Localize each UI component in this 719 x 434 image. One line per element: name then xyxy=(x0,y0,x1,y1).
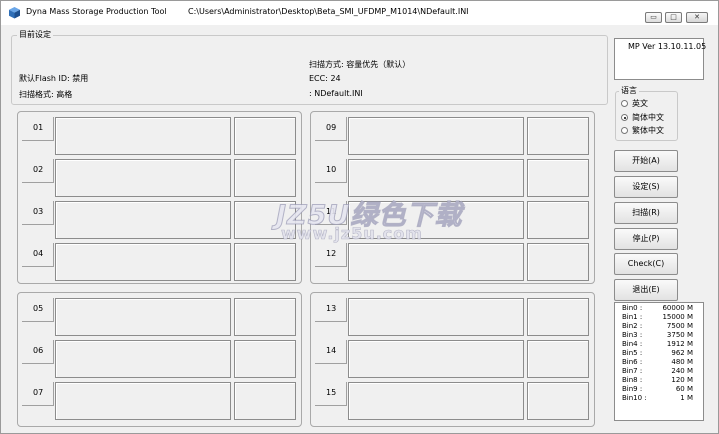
slot-number: 15 xyxy=(315,382,347,406)
lang-option-simplified[interactable]: 简体中文 xyxy=(621,112,664,123)
slot-capacity-box xyxy=(234,340,296,378)
slot-status-box xyxy=(348,382,524,420)
bin-row: Bin3 :3750 M xyxy=(622,331,693,339)
scan-button[interactable]: 扫描(R) xyxy=(614,202,678,224)
flash-id-label: 默认Flash ID: 禁用 xyxy=(19,74,89,83)
slot-number: 05 xyxy=(22,298,54,322)
slot-number: 09 xyxy=(315,117,347,141)
radio-icon xyxy=(621,100,628,107)
exit-button[interactable]: 退出(E) xyxy=(614,279,678,301)
window-title: Dyna Mass Storage Production Tool xyxy=(26,7,167,16)
slot-number: 07 xyxy=(22,382,54,406)
slot-status-box xyxy=(348,243,524,281)
slot-capacity-box xyxy=(527,340,589,378)
slot-status-box xyxy=(55,159,231,197)
bin-row: Bin6 :480 M xyxy=(622,358,693,366)
slot-number: 14 xyxy=(315,340,347,364)
radio-selected-icon xyxy=(621,114,628,121)
slot-capacity-box xyxy=(527,201,589,239)
slot-status-box xyxy=(348,159,524,197)
slot-number: 06 xyxy=(22,340,54,364)
slot-number: 02 xyxy=(22,159,54,183)
slot-capacity-box xyxy=(527,159,589,197)
slot-number: 13 xyxy=(315,298,347,322)
ini-file-label: : NDefault.INI xyxy=(309,89,363,98)
ecc-label: ECC: 24 xyxy=(309,74,341,83)
slot-capacity-box xyxy=(527,117,589,155)
slot-number: 04 xyxy=(22,243,54,267)
slot-capacity-box xyxy=(527,243,589,281)
start-button[interactable]: 开始(A) xyxy=(614,150,678,172)
slot-capacity-box xyxy=(234,243,296,281)
bin-row: Bin1 :15000 M xyxy=(622,313,693,321)
config-path: C:\Users\Administrator\Desktop\Beta_SMI_… xyxy=(188,7,469,16)
close-button[interactable]: ✕ xyxy=(686,12,708,23)
app-cube-icon xyxy=(9,7,20,19)
slot-status-box xyxy=(348,340,524,378)
lang-option-traditional[interactable]: 繁体中文 xyxy=(621,125,664,136)
slot-capacity-box xyxy=(527,382,589,420)
scan-mode-label: 扫描方式: 容量优先（默认） xyxy=(309,60,411,69)
bin-row: Bin8 :120 M xyxy=(622,376,693,384)
slot-status-box xyxy=(55,298,231,336)
bin-row: Bin0 :60000 M xyxy=(622,304,693,312)
slot-capacity-box xyxy=(234,382,296,420)
slot-number: 10 xyxy=(315,159,347,183)
slot-number: 01 xyxy=(22,117,54,141)
radio-icon xyxy=(621,127,628,134)
bin-row: Bin9 :60 M xyxy=(622,385,693,393)
bin-row: Bin2 :7500 M xyxy=(622,322,693,330)
bin-row: Bin5 :962 M xyxy=(622,349,693,357)
scan-format-label: 扫描格式: 高格 xyxy=(19,90,73,99)
check-button[interactable]: Check(C) xyxy=(614,253,678,275)
language-legend: 语言 xyxy=(619,85,639,96)
version-label: MP Ver 13.10.11.05 xyxy=(628,42,707,51)
slot-capacity-box xyxy=(234,159,296,197)
maximize-button[interactable]: □ xyxy=(665,12,682,23)
slot-status-box xyxy=(55,382,231,420)
slot-capacity-box xyxy=(234,298,296,336)
slot-number: 12 xyxy=(315,243,347,267)
slot-number: 03 xyxy=(22,201,54,225)
bin-row: Bin10 :1 M xyxy=(622,394,693,402)
slot-capacity-box xyxy=(234,117,296,155)
minimize-button[interactable]: ▭ xyxy=(645,12,662,23)
bin-row: Bin7 :240 M xyxy=(622,367,693,375)
lang-option-english[interactable]: 英文 xyxy=(621,98,648,109)
bin-rows: Bin0 :60000 M Bin1 :15000 M Bin2 :7500 M… xyxy=(614,304,704,403)
slot-status-box xyxy=(55,340,231,378)
settings-legend: 目前设定 xyxy=(17,29,53,40)
slot-status-box xyxy=(55,201,231,239)
bin-row: Bin4 :1912 M xyxy=(622,340,693,348)
slot-status-box xyxy=(55,117,231,155)
watermark-url-text: www.jz5u.com xyxy=(281,224,423,244)
slot-status-box xyxy=(348,298,524,336)
slot-capacity-box xyxy=(527,298,589,336)
stop-button[interactable]: 停止(P) xyxy=(614,228,678,250)
slot-status-box xyxy=(55,243,231,281)
slot-status-box xyxy=(348,117,524,155)
settings-button[interactable]: 设定(S) xyxy=(614,176,678,198)
